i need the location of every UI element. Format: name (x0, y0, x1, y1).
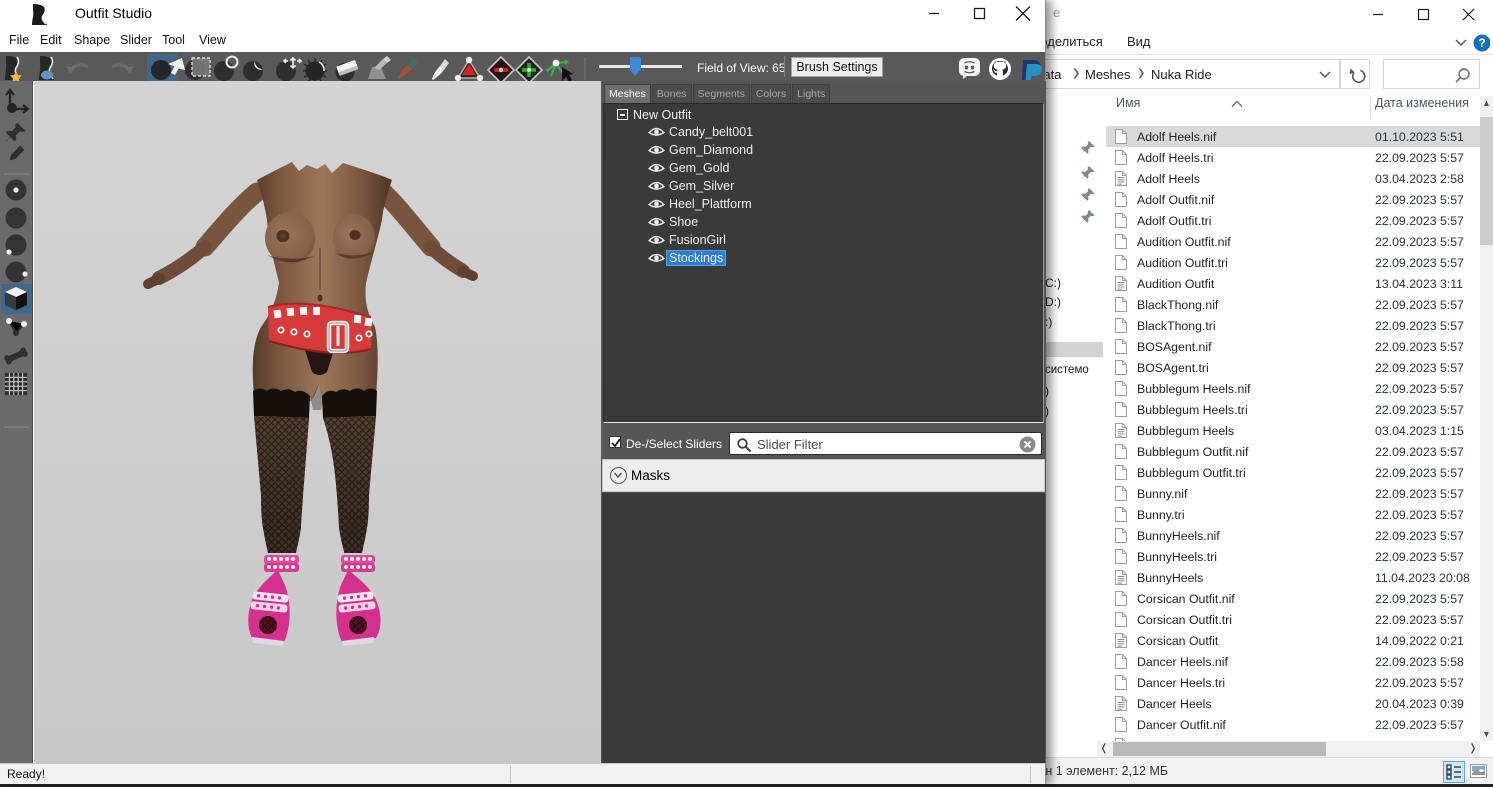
svg-text:?: ? (1478, 36, 1485, 50)
